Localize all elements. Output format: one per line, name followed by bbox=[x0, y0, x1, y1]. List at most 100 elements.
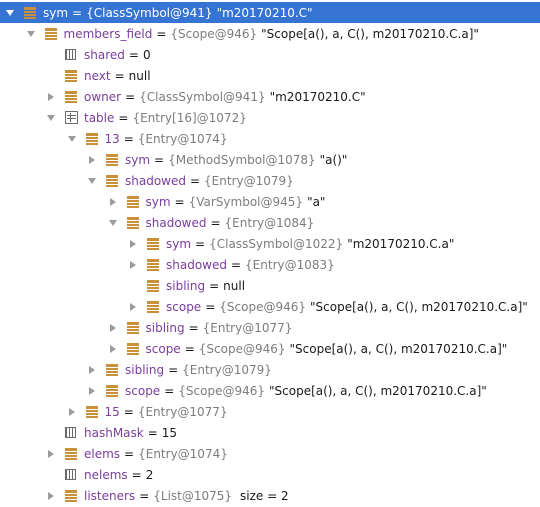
variable-name: sym bbox=[43, 5, 69, 20]
field-icon bbox=[106, 363, 119, 376]
tree-row[interactable]: 13 = {Entry@1074} bbox=[0, 128, 540, 149]
expand-toggle-icon[interactable] bbox=[107, 343, 119, 355]
field-icon bbox=[24, 6, 37, 19]
string-value: "m20170210.C" bbox=[216, 5, 313, 20]
tree-row[interactable]: owner = {ClassSymbol@941} "m20170210.C" bbox=[0, 86, 540, 107]
tree-row[interactable]: sibling = {Entry@1077} bbox=[0, 317, 540, 338]
object-reference: {ClassSymbol@941} bbox=[86, 5, 213, 20]
object-reference: {List@1075} bbox=[153, 488, 233, 503]
equals-sign: = bbox=[123, 404, 134, 419]
tree-row[interactable]: members_field = {Scope@946} "Scope[a(), a, … bbox=[0, 23, 540, 44]
object-reference: {Entry@1079} bbox=[182, 362, 272, 377]
tree-row[interactable]: listeners = {List@1075} size = 2 bbox=[0, 485, 540, 506]
variable-value: 2 bbox=[145, 467, 154, 482]
tree-row[interactable]: scope = {Scope@946} "Scope[a(), a, C(), m20… bbox=[0, 338, 540, 359]
expand-toggle-icon[interactable] bbox=[86, 154, 98, 166]
expand-toggle-icon[interactable] bbox=[107, 322, 119, 334]
string-value: "m20170210.C.a" bbox=[347, 236, 455, 251]
variable-name: listeners bbox=[84, 488, 136, 503]
expand-toggle-icon[interactable] bbox=[66, 406, 78, 418]
variable-name: members_field bbox=[63, 26, 153, 41]
expand-toggle-icon[interactable] bbox=[45, 448, 57, 460]
object-reference: {Scope@946} bbox=[178, 383, 265, 398]
field-icon bbox=[126, 342, 140, 355]
array-icon bbox=[65, 111, 78, 124]
tree-row[interactable]: table = {Entry[16]@1072} bbox=[0, 107, 540, 128]
variable-name: sym bbox=[145, 194, 171, 209]
field-icon bbox=[126, 195, 140, 208]
collapse-toggle-icon[interactable] bbox=[4, 7, 16, 19]
tree-row[interactable]: scope = {Scope@946} "Scope[a(), a, C(), m20… bbox=[0, 296, 540, 317]
equals-sign: = bbox=[168, 362, 179, 377]
equals-sign: = bbox=[114, 68, 125, 83]
object-reference: {ClassSymbol@1022} bbox=[209, 236, 344, 251]
object-reference: {MethodSymbol@1078} bbox=[168, 152, 316, 167]
field-icon bbox=[65, 447, 78, 460]
object-reference: {Scope@946} bbox=[219, 299, 306, 314]
tree-row[interactable]: next = null bbox=[0, 65, 540, 86]
field-icon bbox=[106, 174, 119, 187]
field-icon bbox=[65, 69, 78, 82]
variable-name: nelems bbox=[84, 467, 128, 482]
expand-toggle-icon[interactable] bbox=[45, 91, 57, 103]
string-value: "Scope[a(), a, C(), m20170210.C.a]" bbox=[310, 299, 528, 314]
equals-sign: = bbox=[189, 173, 201, 188]
field-icon bbox=[65, 90, 78, 103]
equals-sign: = bbox=[210, 215, 221, 230]
variable-name: shadowed bbox=[125, 173, 186, 188]
collapse-toggle-icon[interactable] bbox=[107, 217, 119, 229]
string-value: "m20170210.C" bbox=[269, 89, 366, 104]
equals-sign: = bbox=[118, 110, 129, 125]
tree-row[interactable]: sibling = {Entry@1079} bbox=[0, 359, 540, 380]
tree-row[interactable]: sym = {ClassSymbol@941} "m20170210.C" bbox=[0, 2, 540, 23]
expand-toggle-icon[interactable] bbox=[127, 259, 139, 271]
equals-sign: = bbox=[164, 383, 175, 398]
tree-row[interactable]: elems = {Entry@1074} bbox=[0, 443, 540, 464]
object-reference: {Entry@1077} bbox=[137, 404, 228, 419]
object-reference: {Entry@1074} bbox=[137, 131, 228, 146]
expand-toggle-icon[interactable] bbox=[127, 301, 139, 313]
tree-row[interactable]: nelems = 2 bbox=[0, 464, 540, 485]
collapse-toggle-icon[interactable] bbox=[25, 28, 37, 40]
variable-value: null bbox=[223, 278, 246, 293]
variable-value: 0 bbox=[142, 47, 151, 62]
field-icon bbox=[126, 321, 140, 334]
equals-sign: = bbox=[123, 131, 134, 146]
expand-toggle-icon[interactable] bbox=[86, 385, 98, 397]
tree-row[interactable]: hashMask = 15 bbox=[0, 422, 540, 443]
variable-name: scope bbox=[145, 341, 181, 356]
tree-row[interactable]: sym = {MethodSymbol@1078} "a()" bbox=[0, 149, 540, 170]
field-icon bbox=[85, 405, 99, 418]
tree-row[interactable]: shared = 0 bbox=[0, 44, 540, 65]
collapse-toggle-icon[interactable] bbox=[66, 133, 78, 145]
string-value: "Scope[a(), a, C(), m20170210.C.a]" bbox=[289, 341, 508, 356]
tree-row[interactable]: sibling = null bbox=[0, 275, 540, 296]
primitive-field-icon bbox=[65, 426, 78, 439]
collapse-toggle-icon[interactable] bbox=[86, 175, 98, 187]
tree-row[interactable]: sym = {ClassSymbol@1022} "m20170210.C.a" bbox=[0, 233, 540, 254]
variable-name: sym bbox=[166, 236, 192, 251]
variables-tree: sym = {ClassSymbol@941} "m20170210.C" member… bbox=[0, 0, 540, 507]
expand-toggle-icon[interactable] bbox=[107, 196, 119, 208]
expand-toggle-icon[interactable] bbox=[86, 364, 98, 376]
variable-name: table bbox=[84, 110, 115, 125]
variable-value: 15 bbox=[161, 425, 178, 440]
equals-sign: = bbox=[154, 152, 165, 167]
equals-sign: = bbox=[184, 341, 195, 356]
expand-toggle-icon[interactable] bbox=[45, 490, 57, 502]
tree-row[interactable]: shadowed = {Entry@1084} bbox=[0, 212, 540, 233]
field-icon bbox=[147, 258, 160, 271]
equals-sign: = bbox=[188, 320, 199, 335]
tree-row[interactable]: sym = {VarSymbol@945} "a" bbox=[0, 191, 540, 212]
equals-sign: = bbox=[205, 299, 216, 314]
primitive-field-icon bbox=[65, 48, 78, 61]
variable-name: hashMask bbox=[84, 425, 144, 440]
collapse-toggle-icon[interactable] bbox=[45, 112, 57, 124]
equals-sign: = bbox=[131, 467, 142, 482]
field-icon bbox=[147, 300, 160, 313]
tree-row[interactable]: shadowed = {Entry@1083} bbox=[0, 254, 540, 275]
tree-row[interactable]: scope = {Scope@946} "Scope[a(), a, C(), m20… bbox=[0, 380, 540, 401]
expand-toggle-icon[interactable] bbox=[127, 238, 139, 250]
tree-row[interactable]: 15 = {Entry@1077} bbox=[0, 401, 540, 422]
tree-row[interactable]: shadowed = {Entry@1079} bbox=[0, 170, 540, 191]
